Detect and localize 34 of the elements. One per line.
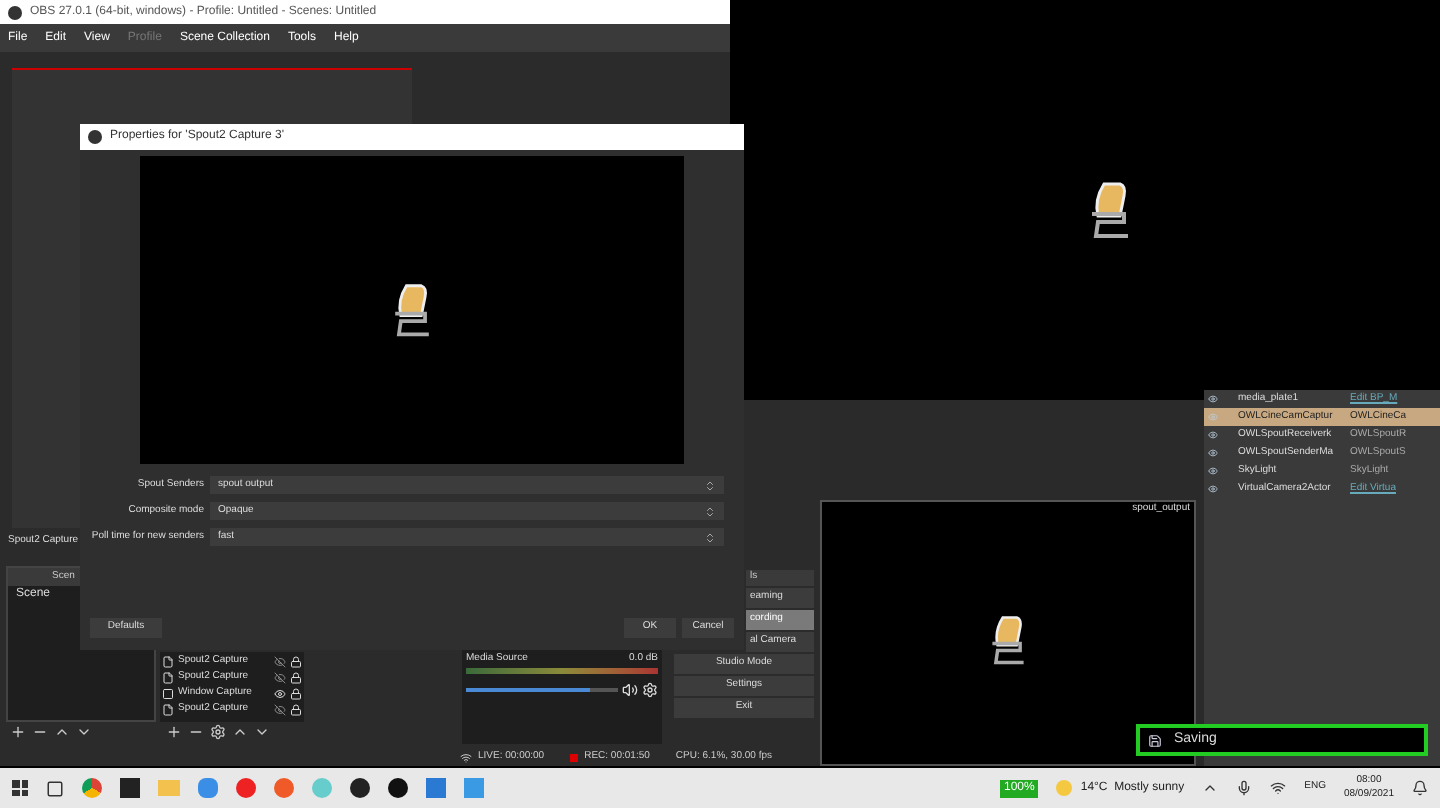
lock-icon[interactable] <box>290 656 302 668</box>
eye-off-icon[interactable] <box>274 672 286 684</box>
add-icon[interactable] <box>166 724 182 740</box>
lock-icon[interactable] <box>290 672 302 684</box>
eye-off-icon[interactable] <box>274 656 286 668</box>
add-icon[interactable] <box>10 724 26 740</box>
task-view-icon[interactable] <box>46 779 64 797</box>
eye-icon[interactable] <box>1208 448 1218 458</box>
eye-icon[interactable] <box>1208 394 1218 404</box>
start-icon[interactable] <box>12 780 28 796</box>
eye-icon[interactable] <box>1208 484 1218 494</box>
settings-icon[interactable] <box>210 724 226 740</box>
up-icon[interactable] <box>232 724 248 740</box>
down-icon[interactable] <box>254 724 270 740</box>
file-icon <box>162 656 174 668</box>
up-icon[interactable] <box>54 724 70 740</box>
network-icon[interactable] <box>1270 780 1287 796</box>
speaker-icon[interactable] <box>622 681 638 697</box>
broadcast-icon <box>460 751 472 764</box>
down-icon[interactable] <box>76 724 92 740</box>
lock-icon[interactable] <box>290 688 302 700</box>
file-icon <box>162 672 174 684</box>
eye-icon[interactable] <box>274 688 286 700</box>
eye-off-icon[interactable] <box>274 704 286 716</box>
file-icon <box>162 704 174 716</box>
lock-icon[interactable] <box>290 704 302 716</box>
notifications-icon[interactable] <box>1412 780 1428 796</box>
window-icon <box>162 688 174 700</box>
save-icon <box>1148 733 1162 747</box>
chevron-icon[interactable] <box>1202 780 1219 796</box>
eye-icon[interactable] <box>1208 466 1218 476</box>
eye-icon[interactable] <box>1208 430 1218 440</box>
settings-icon[interactable] <box>642 681 658 697</box>
microphone-icon[interactable] <box>1236 780 1253 796</box>
